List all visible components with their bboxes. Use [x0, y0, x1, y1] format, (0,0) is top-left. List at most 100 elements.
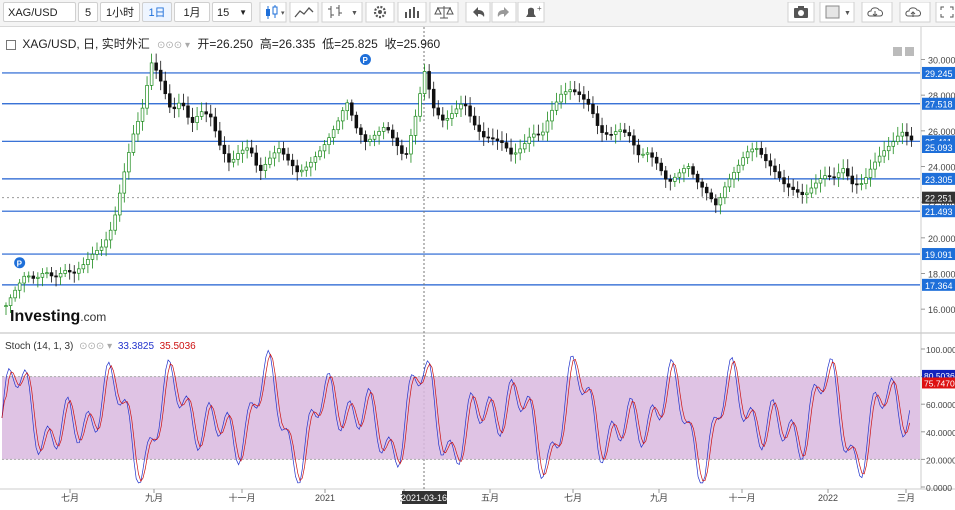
- time-tick-label-6: 七月: [564, 493, 582, 503]
- time-tick-label-9: 2022: [818, 493, 838, 503]
- interval-1mo-button[interactable]: 1月: [174, 2, 210, 22]
- layout-dropdown[interactable]: ▼: [819, 2, 855, 23]
- candle-body: [245, 147, 249, 151]
- compare-chart-icon[interactable]: [289, 2, 319, 23]
- collapse-legend-icon[interactable]: [6, 39, 16, 50]
- cloud-download-icon[interactable]: [861, 2, 893, 23]
- candle-body: [431, 88, 436, 109]
- candle-body: [891, 141, 895, 147]
- candle-body: [249, 147, 254, 154]
- interval-1h-button[interactable]: 1小时: [100, 2, 140, 22]
- time-tick-label-7: 九月: [650, 493, 668, 503]
- interval-dropdown[interactable]: 15 ▼: [212, 2, 252, 22]
- candle-body: [486, 136, 491, 139]
- alert-icon[interactable]: +: [517, 2, 545, 23]
- candle-body: [855, 183, 859, 186]
- candle-body: [122, 171, 127, 194]
- candle-body: [500, 140, 504, 144]
- candle-body: [686, 166, 691, 169]
- redo-icon[interactable]: [491, 2, 517, 23]
- candle-body: [350, 102, 354, 116]
- candle-body: [900, 131, 905, 137]
- candle-body: [841, 168, 845, 174]
- candle-body: [777, 171, 782, 179]
- candle-body: [372, 134, 377, 140]
- interval-1d-button[interactable]: 1日: [142, 2, 172, 22]
- candle-body: [54, 275, 58, 278]
- indicators-icon[interactable]: [397, 2, 427, 23]
- candle-body: [140, 107, 145, 122]
- candle-body: [522, 143, 527, 150]
- candle-body: [354, 114, 359, 129]
- level-label-4: 21.493: [925, 207, 953, 217]
- fullscreen-icon[interactable]: [935, 2, 955, 23]
- symbol-input[interactable]: XAG/USD: [3, 2, 76, 22]
- candle-body: [213, 116, 218, 132]
- candle-body: [809, 187, 814, 194]
- candle-body: [149, 62, 154, 86]
- legend-title: XAG/USD, 日, 实时外汇: [22, 37, 150, 51]
- candle-body: [591, 104, 595, 115]
- gear-icon[interactable]: [365, 2, 395, 23]
- camera-icon[interactable]: [787, 2, 815, 23]
- scales-icon[interactable]: [429, 2, 459, 23]
- candle-body: [527, 136, 531, 144]
- candle-body: [81, 264, 86, 270]
- candle-body: [86, 259, 90, 265]
- candle-body: [386, 127, 390, 131]
- cloud-upload-icon[interactable]: [899, 2, 931, 23]
- candles-icon[interactable]: ▾: [259, 2, 287, 23]
- undo-icon[interactable]: [465, 2, 491, 23]
- candle-body: [104, 239, 108, 248]
- candle-body: [477, 124, 481, 132]
- candle-body: [145, 85, 149, 109]
- candle-body: [459, 103, 463, 110]
- stoch-settings-icon[interactable]: ⊙⊙⊙ ▾: [79, 341, 112, 352]
- candle-body: [791, 186, 795, 190]
- time-tick-label-8: 十一月: [728, 492, 755, 503]
- candle-body: [418, 93, 422, 117]
- level-label-1: 27.518: [925, 100, 953, 110]
- candle-body: [495, 138, 500, 141]
- interval-5m-button[interactable]: 5: [78, 2, 98, 22]
- candle-body: [814, 182, 818, 189]
- stoch-label: Stoch (14, 1, 3): [5, 341, 74, 352]
- candle-body: [345, 102, 350, 112]
- candle-body: [764, 154, 768, 162]
- candle-body: [472, 115, 477, 126]
- candle-body: [427, 71, 431, 90]
- candle-body: [163, 80, 168, 95]
- time-tick-label-5: 五月: [481, 493, 499, 503]
- investing-logo: Investing.com: [10, 308, 106, 326]
- candle-body: [8, 297, 13, 306]
- candle-body: [186, 105, 190, 118]
- candle-body: [327, 137, 331, 146]
- stoch-tick-label-5: 0.0000: [926, 483, 952, 493]
- candle-body: [700, 181, 704, 188]
- candle-body: [582, 94, 586, 100]
- candle-body: [331, 129, 336, 139]
- stoch-tick-label-0: 100.0000: [926, 345, 955, 355]
- candle-body: [750, 148, 754, 153]
- pivot-marker-label-0: P: [17, 259, 23, 268]
- chart-canvas[interactable]: 30.00028.00026.00024.00022.00020.00018.0…: [0, 27, 955, 507]
- candle-body: [736, 164, 741, 173]
- legend-low: 低=25.825: [322, 37, 378, 51]
- candle-body: [17, 282, 22, 291]
- legend-settings-icon[interactable]: ⊙⊙⊙ ▾: [157, 40, 190, 51]
- candle-body: [395, 137, 400, 147]
- candle-body: [559, 93, 563, 103]
- candle-body: [586, 98, 591, 105]
- candle-body: [222, 144, 227, 155]
- candle-body: [873, 161, 877, 170]
- stoch-tick-label-3: 40.0000: [926, 428, 955, 438]
- legend-open: 开=26.250: [197, 37, 254, 51]
- price-tick-label-7: 16.000: [928, 305, 955, 315]
- candle-body: [154, 62, 158, 71]
- candle-body: [823, 175, 827, 179]
- bars-icon[interactable]: ▼: [321, 2, 363, 23]
- candle-body: [295, 165, 299, 173]
- candle-body: [168, 93, 172, 108]
- chart-area[interactable]: 30.00028.00026.00024.00022.00020.00018.0…: [0, 27, 955, 507]
- candle-body: [627, 132, 632, 137]
